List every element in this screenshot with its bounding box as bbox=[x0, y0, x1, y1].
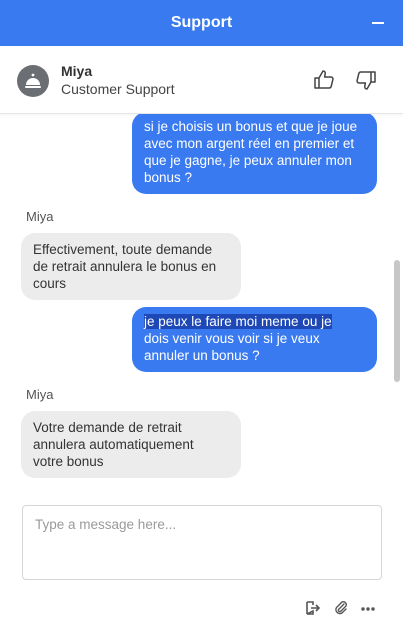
minimize-icon[interactable] bbox=[371, 13, 385, 29]
agent-message-bubble: Effectivement, toute demande de retrait … bbox=[21, 233, 241, 300]
thumbs-down-icon[interactable] bbox=[354, 68, 378, 92]
agent-name: Miya bbox=[61, 63, 93, 79]
agent-avatar bbox=[17, 65, 49, 97]
agent-bar: Miya Customer Support bbox=[0, 46, 403, 114]
exit-icon[interactable] bbox=[305, 600, 321, 616]
agent-message-bubble: Votre demande de retrait annulera automa… bbox=[21, 411, 241, 478]
message-list[interactable]: si je choisis un bonus et que je joue av… bbox=[0, 114, 403, 489]
message-input[interactable] bbox=[22, 505, 382, 580]
message-sender: Miya bbox=[26, 209, 54, 224]
thumbs-up-icon[interactable] bbox=[312, 68, 336, 92]
selected-text: je peux le faire moi meme ou je bbox=[144, 314, 332, 329]
concierge-bell-icon bbox=[25, 73, 41, 88]
message-sender: Miya bbox=[26, 387, 54, 402]
chat-title: Support bbox=[170, 14, 233, 31]
scrollbar-thumb[interactable] bbox=[394, 260, 400, 382]
chat-header: Support bbox=[0, 0, 403, 46]
paperclip-icon[interactable] bbox=[333, 600, 349, 616]
user-message-bubble: si je choisis un bonus et que je joue av… bbox=[132, 114, 377, 194]
agent-role: Customer Support bbox=[61, 81, 175, 97]
user-message-bubble: je peux le faire moi meme ou je dois ven… bbox=[132, 307, 377, 372]
more-icon[interactable] bbox=[360, 600, 376, 616]
